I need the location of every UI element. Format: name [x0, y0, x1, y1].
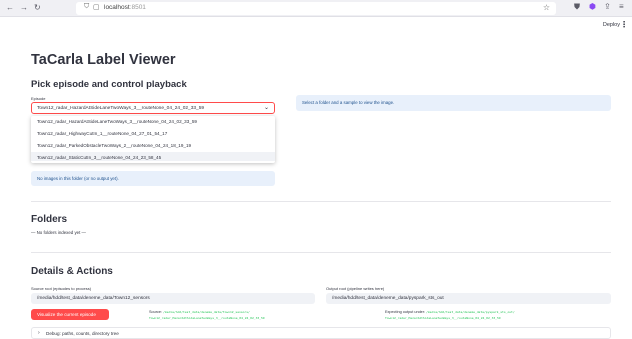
folders-title: Folders: [31, 214, 68, 225]
episode-select[interactable]: Town12_radar_HazardAtSideLaneTwoWays_3__…: [31, 102, 275, 114]
dropdown-option[interactable]: Town12_radar_ParkedObstacleTwoWays_2__ro…: [31, 140, 275, 149]
main-menu-icon[interactable]: ⋮: [620, 20, 628, 29]
folders-empty-text: — No folders indexed yet —: [31, 230, 86, 235]
episode-selected-value: Town12_radar_HazardAtSideLaneTwoWays_3__…: [37, 106, 205, 111]
url-text: localhost:8501: [104, 4, 146, 11]
extension-icon[interactable]: ⬢: [589, 2, 596, 11]
source-root-input[interactable]: /media/hdd/test_data/deneme_data/Town12_…: [31, 293, 315, 304]
address-bar[interactable]: ⛉ ▢ localhost:8501 ☆: [76, 2, 556, 15]
episode-dropdown-list: Town12_radar_HazardAtSideLaneTwoWays_3__…: [31, 116, 275, 163]
reload-icon[interactable]: ↻: [34, 3, 41, 12]
chevron-right-icon: ›: [38, 330, 40, 336]
back-arrow-icon[interactable]: ←: [6, 3, 14, 12]
right-info-box: Select a folder and a sample to view the…: [296, 95, 611, 111]
bookmark-star-icon[interactable]: ☆: [543, 3, 550, 12]
page-icon: ▢: [93, 4, 100, 11]
chevron-down-icon[interactable]: ⌄: [264, 104, 269, 111]
expected-kv-line2: Town12_radar_HazardAtSideLaneTwoWays_3__…: [385, 316, 501, 320]
episode-label: Episode: [31, 96, 46, 101]
output-root-input[interactable]: /media/hdd/test_data/deneme_data/pyspark…: [326, 293, 611, 304]
page-title: TaCarla Label Viewer: [31, 52, 176, 68]
deploy-button[interactable]: Deploy: [603, 22, 620, 28]
browser-toolbar: ← → ↻ ⛉ ▢ localhost:8501 ☆ ⛊ ⬢ ⇪ ≡: [0, 0, 632, 17]
menu-icon[interactable]: ≡: [619, 2, 624, 11]
visualize-episode-button[interactable]: Visualize the current episode: [31, 309, 109, 320]
dropdown-option[interactable]: Town12_radar_StaticCutIn_3__routeNone_04…: [31, 152, 275, 161]
forward-arrow-icon[interactable]: →: [20, 3, 28, 12]
dropdown-option[interactable]: Town12_radar_HazardAtSideLaneTwoWays_3__…: [31, 116, 275, 125]
share-icon[interactable]: ⇪: [604, 2, 611, 11]
source-root-label: Source root (episodes to process): [31, 286, 92, 291]
no-images-info-box: No images in this folder (or no output y…: [31, 171, 275, 186]
output-root-label: Output root (pipeline writes here): [326, 286, 385, 291]
debug-expander[interactable]: › Debug: paths, counts, directory tree: [31, 327, 611, 339]
shield-icon[interactable]: ⛉: [84, 3, 89, 11]
section-title-pick: Pick episode and control playback: [31, 79, 187, 90]
pocket-icon[interactable]: ⛊: [574, 2, 580, 12]
source-kv: Source: /media/hdd/test_data/deneme_data…: [149, 310, 250, 314]
dropdown-option[interactable]: Town12_radar_HighwayCutIn_1__routeNone_0…: [31, 128, 275, 137]
divider: [31, 201, 611, 202]
divider: [31, 252, 611, 253]
details-title: Details & Actions: [31, 266, 113, 277]
source-kv-line2: Town12_radar_HazardAtSideLaneTwoWays_3__…: [149, 316, 265, 320]
expected-kv: Expecting output under: /media/hdd/test_…: [385, 310, 515, 314]
